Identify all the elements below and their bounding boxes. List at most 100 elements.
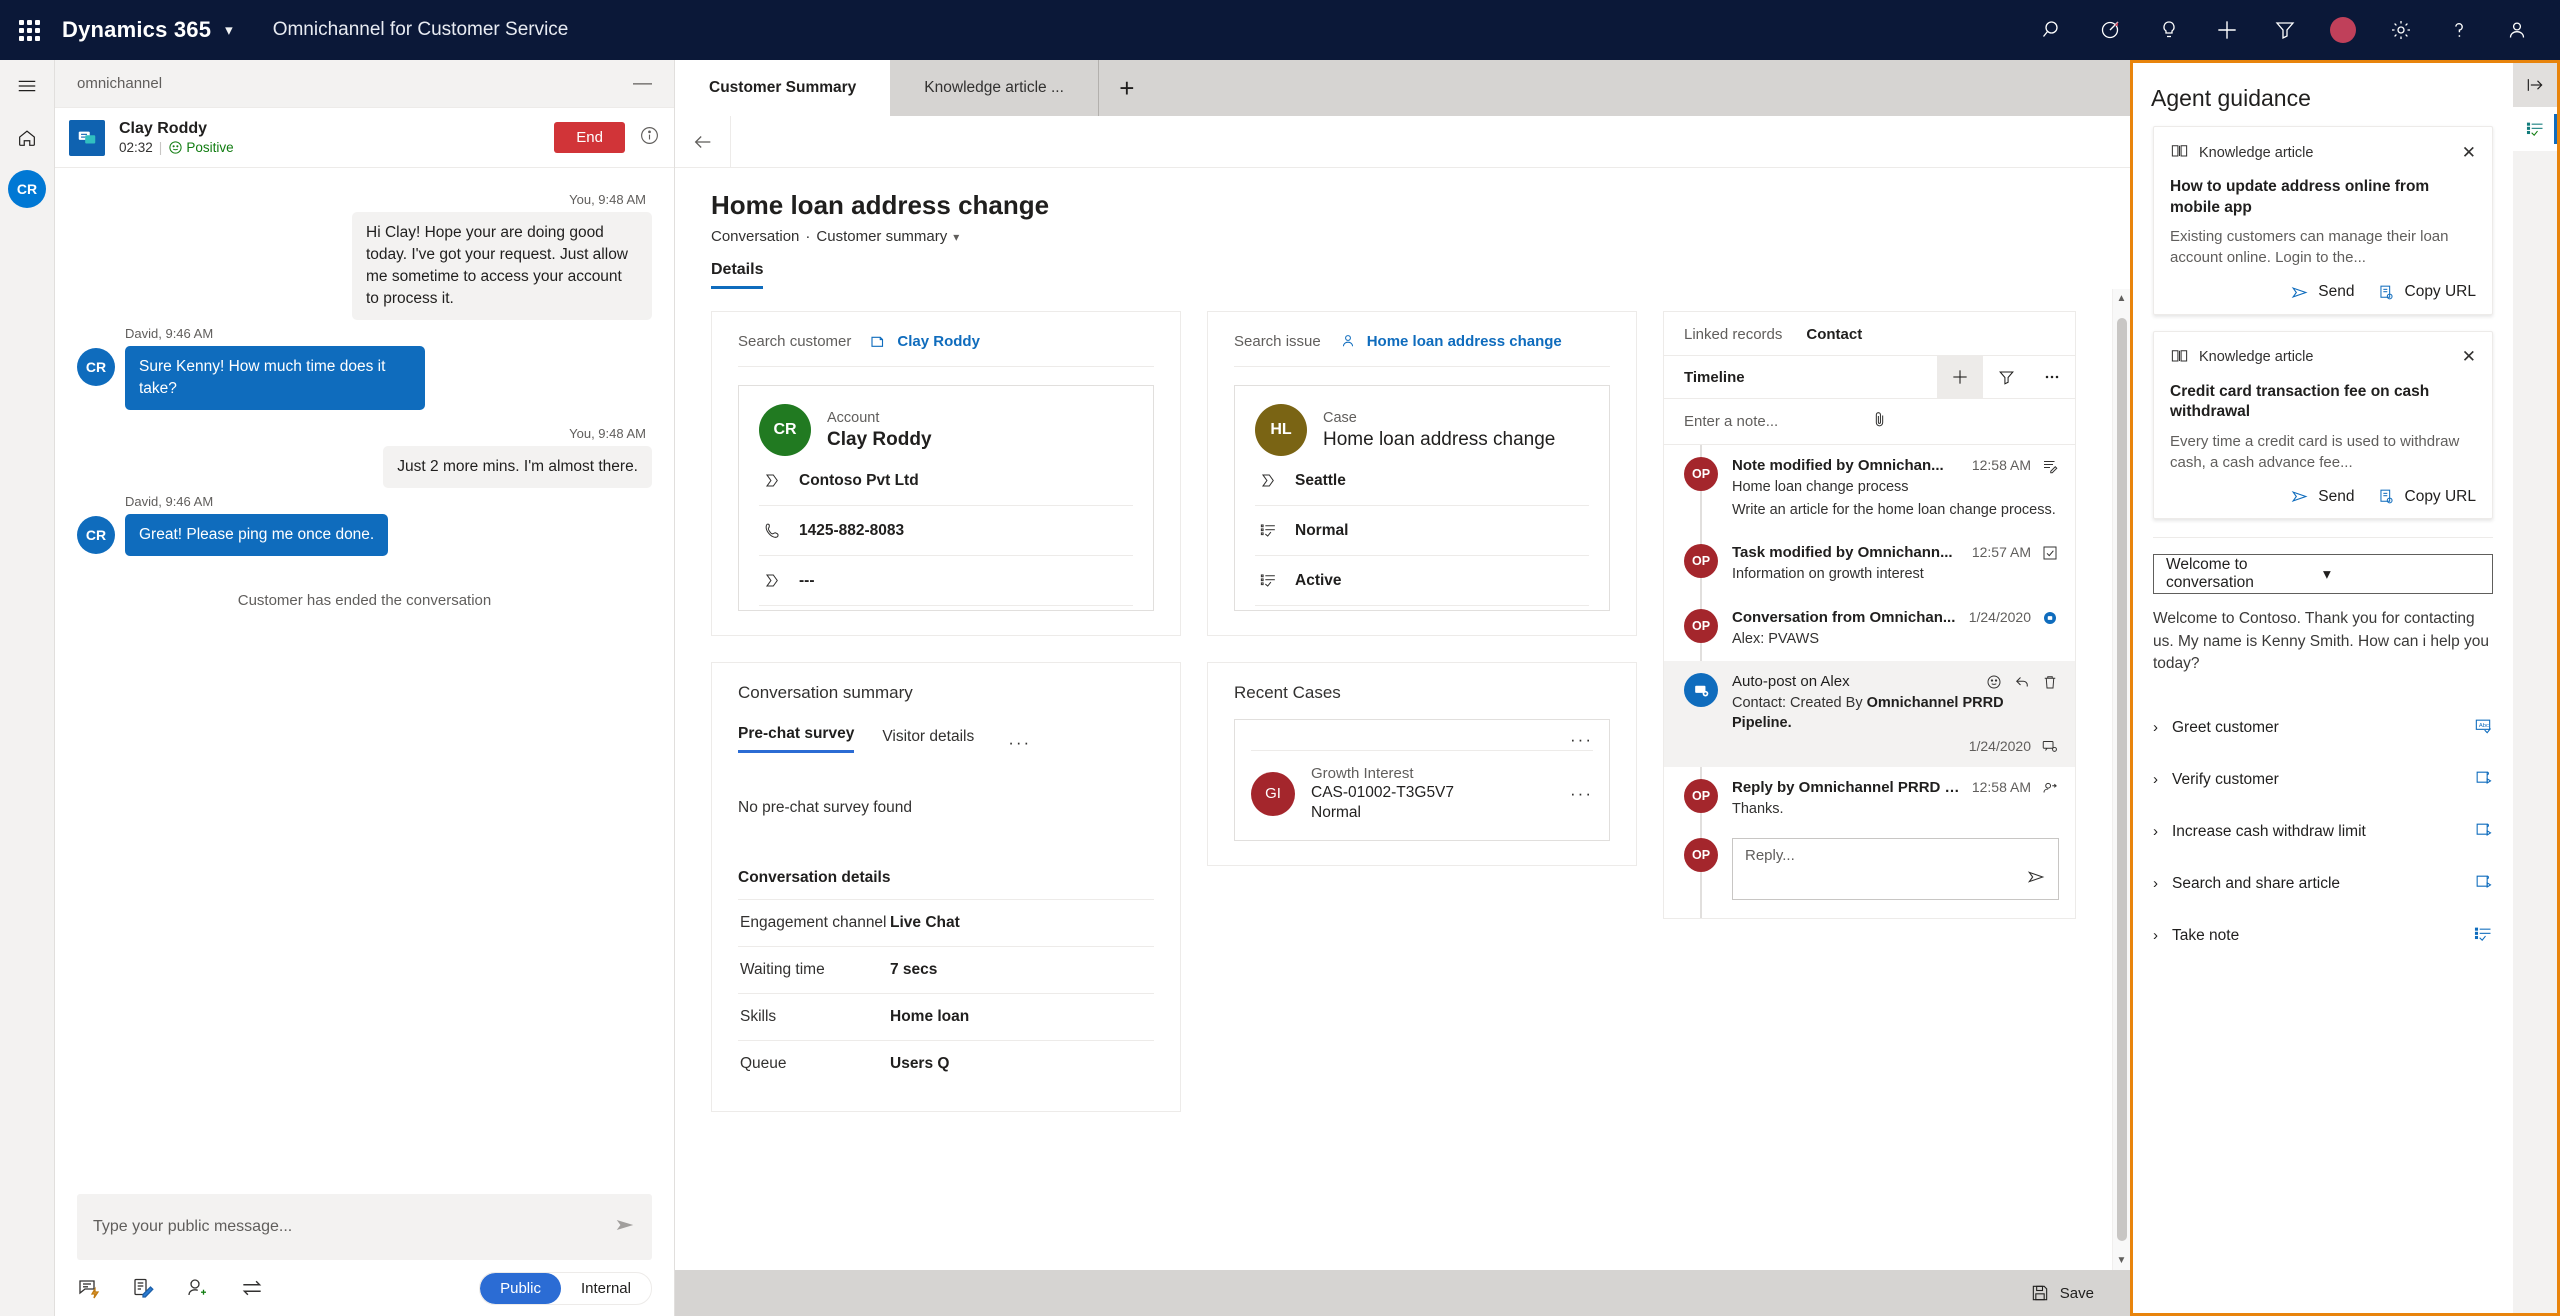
script-step-greet-customer[interactable]: › Greet customer Abc	[2133, 702, 2513, 754]
list-check-icon	[1257, 521, 1279, 540]
detail-key: Waiting time	[740, 961, 825, 978]
timeline-item[interactable]: OP Reply by Omnichannel PRRD Pipeline 12…	[1664, 767, 2075, 832]
macro-icon[interactable]	[2473, 872, 2493, 896]
agent-script-steps: › Greet customer Abc › Verify customer ›…	[2133, 702, 2513, 962]
scrollbar-thumb[interactable]	[2116, 318, 2127, 1241]
mode-internal-option[interactable]: Internal	[561, 1273, 651, 1304]
timeline-add-icon[interactable]	[1937, 355, 1983, 399]
overflow-menu-icon[interactable]: ···	[1008, 733, 1031, 753]
filter-icon[interactable]	[2256, 0, 2314, 60]
site-map-button[interactable]	[0, 60, 55, 112]
save-button[interactable]: Save	[2030, 1283, 2094, 1303]
timeline-overflow-icon[interactable]	[2029, 355, 2075, 399]
timeline-card: Linked records Contact Timeline Enter a …	[1663, 311, 2076, 919]
script-step-take-note[interactable]: › Take note	[2133, 910, 2513, 962]
scroll-up-arrow-icon[interactable]: ▲	[2117, 293, 2127, 304]
send-button[interactable]: Send	[2290, 283, 2355, 302]
breadcrumb-form: Customer summary	[816, 228, 948, 245]
tab-pre-chat-survey[interactable]: Pre-chat survey	[738, 725, 855, 753]
copy-url-button[interactable]: Copy URL	[2377, 487, 2476, 506]
note-edit-icon[interactable]	[131, 1276, 155, 1300]
brand-label: Dynamics 365	[62, 17, 212, 42]
page-title: Home loan address change	[711, 190, 1050, 220]
customer-link[interactable]: Clay Roddy	[869, 332, 980, 350]
send-icon[interactable]	[614, 1214, 636, 1240]
text-script-icon[interactable]: Abc	[2473, 716, 2493, 740]
message-input[interactable]	[93, 1218, 614, 1236]
tab-knowledge-article[interactable]: Knowledge article ...	[890, 60, 1099, 116]
message-mode-toggle[interactable]: Public Internal	[479, 1271, 652, 1305]
help-icon[interactable]	[2430, 0, 2488, 60]
script-step-label: Verify customer	[2172, 770, 2279, 788]
customer-meta: Clay Roddy 02:32 | Positive	[119, 120, 554, 155]
back-button[interactable]	[675, 115, 731, 168]
add-tab-button[interactable]: +	[1099, 60, 1155, 116]
conversation-summary-tabs: Pre-chat survey Visitor details ···	[738, 725, 1154, 753]
session-avatar-CR[interactable]: CR	[8, 170, 46, 208]
form-scrollbar[interactable]: ▲ ▼	[2112, 289, 2130, 1270]
record-dot-icon[interactable]	[2314, 0, 2372, 60]
gear-icon[interactable]	[2372, 0, 2430, 60]
timeline-filter-icon[interactable]	[1983, 355, 2029, 399]
conversation-summary-card: Conversation summary Pre-chat survey Vis…	[711, 662, 1181, 1112]
note-icon	[2041, 457, 2059, 475]
message-stamp: David, 9:46 AM	[125, 494, 214, 509]
chevron-down-icon[interactable]: ▾	[225, 21, 233, 39]
autopost-action-icons[interactable]	[1985, 673, 2059, 691]
status-bar: Save	[675, 1270, 2130, 1316]
script-step-verify-customer[interactable]: › Verify customer	[2133, 754, 2513, 806]
macro-icon[interactable]	[2473, 820, 2493, 844]
recent-case-overflow-icon[interactable]: ···	[1251, 730, 1593, 750]
timeline-reply-input[interactable]: Reply...	[1732, 837, 2059, 900]
tab-contact[interactable]: Contact	[1806, 326, 1862, 343]
script-step-search-and-share-article[interactable]: › Search and share article	[2133, 858, 2513, 910]
mode-public-option[interactable]: Public	[480, 1272, 561, 1304]
transfer-icon[interactable]	[239, 1275, 265, 1301]
close-icon[interactable]: ✕	[2462, 347, 2476, 367]
tab-visitor-details[interactable]: Visitor details	[882, 728, 974, 753]
send-button[interactable]: Send	[2290, 487, 2355, 506]
entity-type-label: Case	[1323, 409, 1357, 426]
agent-script-icon[interactable]	[2513, 107, 2557, 151]
minimize-icon[interactable]: —	[625, 73, 660, 95]
account-icon[interactable]	[2488, 0, 2546, 60]
timeline-item[interactable]: OP Conversation from Omnichan... 1/24/20…	[1664, 597, 2075, 662]
timeline-item[interactable]: OP Task modified by Omnichann... 12:57 A…	[1664, 532, 2075, 597]
script-step-increase-cash-withdraw-limit[interactable]: › Increase cash withdraw limit	[2133, 806, 2513, 858]
home-icon[interactable]	[0, 112, 55, 164]
copy-url-button[interactable]: Copy URL	[2377, 283, 2476, 302]
info-icon[interactable]	[639, 125, 660, 150]
macro-icon[interactable]	[2473, 768, 2493, 792]
quick-reply-icon[interactable]	[77, 1276, 101, 1300]
list-check-icon[interactable]	[2473, 924, 2493, 948]
chevron-down-icon[interactable]: ▾	[953, 230, 959, 244]
message-bubble-customer: Great! Please ping me once done.	[125, 514, 389, 556]
agent-guidance-content: Agent guidance Knowledge article ✕ How t…	[2133, 63, 2513, 1313]
issue-link[interactable]: Home loan address change	[1339, 332, 1562, 350]
app-launcher-button[interactable]	[0, 19, 58, 41]
tab-linked-records[interactable]: Linked records	[1684, 326, 1782, 343]
recent-case-row-overflow-icon[interactable]: ···	[1570, 784, 1593, 804]
goal-icon[interactable]	[2082, 0, 2140, 60]
recent-case-item[interactable]: ··· GI Growth Interest CAS-01002-T3G5V7 …	[1234, 719, 1610, 841]
search-icon[interactable]	[2024, 0, 2082, 60]
scroll-down-arrow-icon[interactable]: ▼	[2117, 1255, 2127, 1266]
tag-icon	[761, 571, 783, 590]
timeline-item[interactable]: OP Note modified by Omnichan... 12:58 AM	[1664, 445, 2075, 532]
agent-script-select[interactable]: Welcome to conversation ▾	[2153, 554, 2493, 595]
chevron-down-icon[interactable]: ▾	[2323, 565, 2480, 584]
close-icon[interactable]: ✕	[2462, 143, 2476, 163]
end-conversation-button[interactable]: End	[554, 122, 625, 153]
message-composer[interactable]	[77, 1194, 652, 1260]
timeline-reply-send-icon[interactable]	[2026, 867, 2046, 891]
tab-customer-summary[interactable]: Customer Summary	[675, 60, 891, 116]
tab-details[interactable]: Details	[711, 261, 764, 289]
timeline-item[interactable]: Auto-post on Alex Contact: Created By Om…	[1664, 661, 2075, 768]
plus-icon[interactable]	[2198, 0, 2256, 60]
entity-name: Home loan address change	[1323, 428, 1556, 450]
add-agent-icon[interactable]	[185, 1276, 209, 1300]
expand-panel-icon[interactable]	[2513, 63, 2557, 107]
timeline-note-input-row[interactable]: Enter a note...	[1664, 399, 2075, 445]
attachment-icon[interactable]	[1870, 410, 2056, 433]
idea-icon[interactable]	[2140, 0, 2198, 60]
